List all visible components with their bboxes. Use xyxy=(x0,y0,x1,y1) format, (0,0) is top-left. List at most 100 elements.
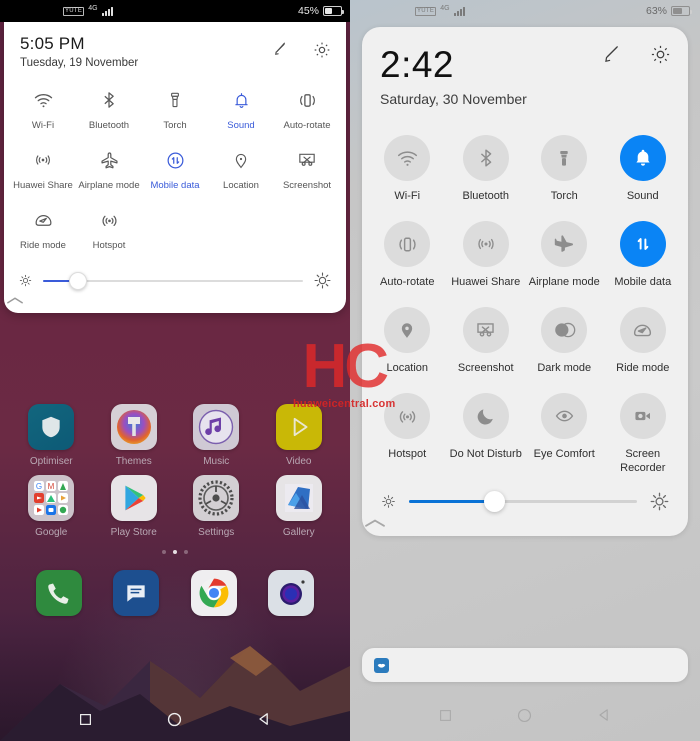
tile-do-not-disturb[interactable]: Do Not Disturb xyxy=(447,387,526,487)
tile-label: Mobile data xyxy=(150,180,200,191)
tile-label: Huawei Share xyxy=(13,180,73,191)
tile-mobile-data[interactable]: Mobile data xyxy=(604,215,683,301)
settings-icon xyxy=(193,475,240,521)
recents-square-icon[interactable] xyxy=(78,712,93,727)
svg-text:M: M xyxy=(48,482,55,491)
mobile-data-icon xyxy=(619,221,666,267)
tile-hotspot[interactable]: Hotspot xyxy=(368,387,447,487)
tile-location[interactable]: Location xyxy=(368,301,447,387)
app-row: Optimiser Themes Music Video xyxy=(10,398,340,469)
slider-knob[interactable] xyxy=(484,491,506,512)
tile-auto-rotate[interactable]: Auto-rotate xyxy=(368,215,447,301)
dock-app-phone[interactable] xyxy=(20,564,98,618)
status-right-icons: 63% xyxy=(646,5,692,17)
right-phone: YUTE 4G 63% 2:42 Saturday, 30 November W… xyxy=(350,0,700,741)
page-dot[interactable] xyxy=(162,550,166,554)
page-indicator[interactable] xyxy=(10,540,340,558)
tile-huawei-share[interactable]: Huawei Share xyxy=(447,215,526,301)
app-label: Google xyxy=(35,527,68,538)
bell-icon xyxy=(208,87,274,113)
app-label: Settings xyxy=(198,527,235,538)
tile-sound[interactable]: Sound xyxy=(604,129,683,215)
tile-wifi[interactable]: Wi-Fi xyxy=(10,81,76,141)
tile-label: Dark mode xyxy=(537,362,592,374)
app-google-folder[interactable]: G M Google xyxy=(10,469,93,540)
screenshot-icon xyxy=(274,147,340,173)
bluetooth-icon xyxy=(462,135,509,181)
slider-knob[interactable] xyxy=(69,271,87,290)
app-themes[interactable]: Themes xyxy=(93,398,176,469)
tile-dark-mode[interactable]: Dark mode xyxy=(525,301,604,387)
phone-icon xyxy=(35,570,82,616)
app-label: Play Store xyxy=(110,527,157,538)
app-video[interactable]: Video xyxy=(258,398,341,469)
dock-app-camera[interactable] xyxy=(253,564,331,618)
tile-mobile-data[interactable]: Mobile data xyxy=(142,141,208,201)
bluetooth-icon xyxy=(76,87,142,113)
collapse-handle-right[interactable] xyxy=(362,514,688,536)
app-label: Music xyxy=(203,456,230,467)
page-dot[interactable] xyxy=(184,550,188,554)
tile-airplane-mode[interactable]: Airplane mode xyxy=(525,215,604,301)
brightness-slider-left[interactable] xyxy=(43,271,303,290)
gear-icon[interactable] xyxy=(649,43,672,66)
tile-hotspot[interactable]: Hotspot xyxy=(76,201,142,261)
tile-label: Auto-rotate xyxy=(283,120,331,131)
recents-square-icon[interactable] xyxy=(438,708,453,723)
collapse-handle-left[interactable] xyxy=(4,294,346,313)
app-optimiser[interactable]: Optimiser xyxy=(10,398,93,469)
tile-torch[interactable]: Torch xyxy=(525,129,604,215)
auto-rotate-icon xyxy=(274,87,340,113)
tile-label: Screenshot xyxy=(457,362,514,374)
brightness-slider-right[interactable] xyxy=(409,491,637,512)
dock-app-messages[interactable] xyxy=(98,564,176,618)
airplane-icon xyxy=(76,147,142,173)
signal-bars-icon xyxy=(453,6,465,16)
app-play-store[interactable]: Play Store xyxy=(93,469,176,540)
edit-pencil-icon[interactable] xyxy=(600,43,623,66)
app-music[interactable]: Music xyxy=(175,398,258,469)
dock-app-chrome[interactable] xyxy=(175,564,253,618)
tile-airplane-mode[interactable]: Airplane mode xyxy=(76,141,142,201)
camera-icon xyxy=(268,570,315,616)
edit-pencil-icon[interactable] xyxy=(271,40,290,60)
status-bar-left: YUTE 4G 45% xyxy=(0,0,350,22)
tile-wifi[interactable]: Wi-Fi xyxy=(368,129,447,215)
tile-bluetooth[interactable]: Bluetooth xyxy=(447,129,526,215)
themes-icon xyxy=(110,404,157,450)
tile-screenshot[interactable]: Screenshot xyxy=(274,141,340,201)
status-left-icons: YUTE 4G xyxy=(415,5,465,16)
network-type-label: 4G xyxy=(88,4,98,12)
tile-auto-rotate[interactable]: Auto-rotate xyxy=(274,81,340,141)
app-settings[interactable]: Settings xyxy=(175,469,258,540)
tile-label: Airplane mode xyxy=(78,180,140,191)
chevron-up-icon xyxy=(7,297,23,304)
torch-icon xyxy=(142,87,208,113)
tile-location[interactable]: Location xyxy=(208,141,274,201)
back-triangle-icon[interactable] xyxy=(256,711,272,727)
tile-bluetooth[interactable]: Bluetooth xyxy=(76,81,142,141)
tile-ride-mode[interactable]: Ride mode xyxy=(10,201,76,261)
app-gallery[interactable]: Gallery xyxy=(258,469,341,540)
tile-label: Hotspot xyxy=(92,240,126,251)
home-circle-icon[interactable] xyxy=(516,707,533,724)
notification-shade-card[interactable] xyxy=(362,648,688,682)
tile-sound[interactable]: Sound xyxy=(208,81,274,141)
wifi-icon xyxy=(384,135,431,181)
tile-label: Ride mode xyxy=(616,362,670,374)
gear-icon[interactable] xyxy=(312,40,332,60)
tile-huawei-share[interactable]: Huawei Share xyxy=(10,141,76,201)
slider-fill xyxy=(409,500,494,503)
tile-eye-comfort[interactable]: Eye Comfort xyxy=(525,387,604,487)
page-dot-active[interactable] xyxy=(173,550,177,554)
tile-screen-recorder[interactable]: Screen Recorder xyxy=(604,387,683,487)
back-triangle-icon[interactable] xyxy=(596,707,612,723)
tile-screenshot[interactable]: Screenshot xyxy=(447,301,526,387)
play-store-icon xyxy=(110,475,157,521)
tile-label: Wi-Fi xyxy=(31,120,55,131)
bell-icon xyxy=(619,135,666,181)
tile-ride-mode[interactable]: Ride mode xyxy=(604,301,683,387)
auto-rotate-icon xyxy=(384,221,431,267)
tile-torch[interactable]: Torch xyxy=(142,81,208,141)
home-circle-icon[interactable] xyxy=(166,711,183,728)
